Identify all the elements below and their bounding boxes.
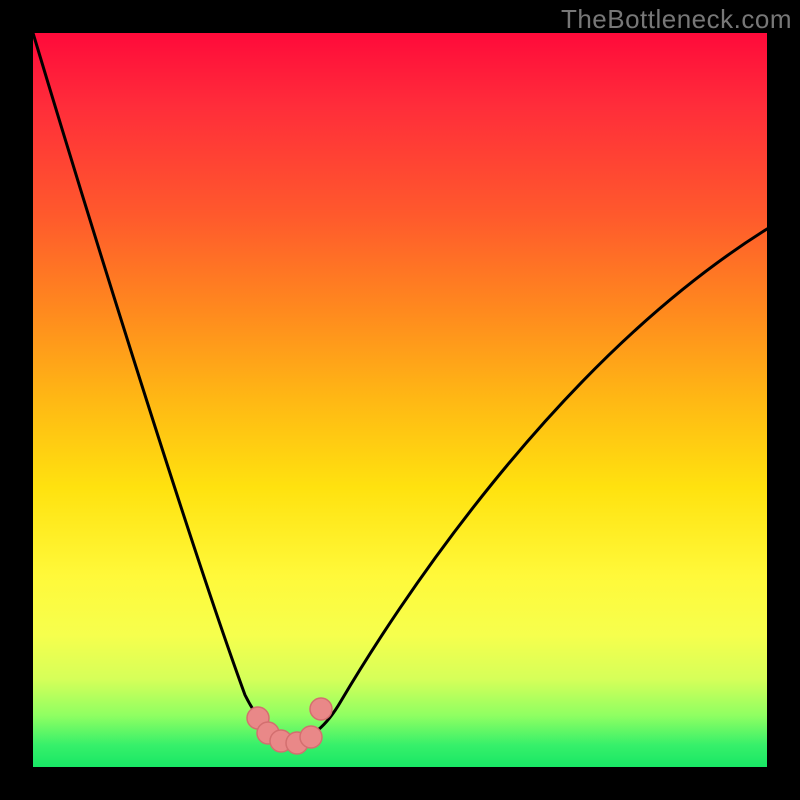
marker-dot — [310, 698, 332, 720]
watermark-text: TheBottleneck.com — [561, 4, 792, 35]
marker-dot — [300, 726, 322, 748]
plot-area — [33, 33, 767, 767]
bottleneck-curve — [33, 33, 767, 767]
trough-markers — [247, 698, 332, 754]
curve-path — [33, 33, 767, 741]
chart-frame: TheBottleneck.com — [0, 0, 800, 800]
